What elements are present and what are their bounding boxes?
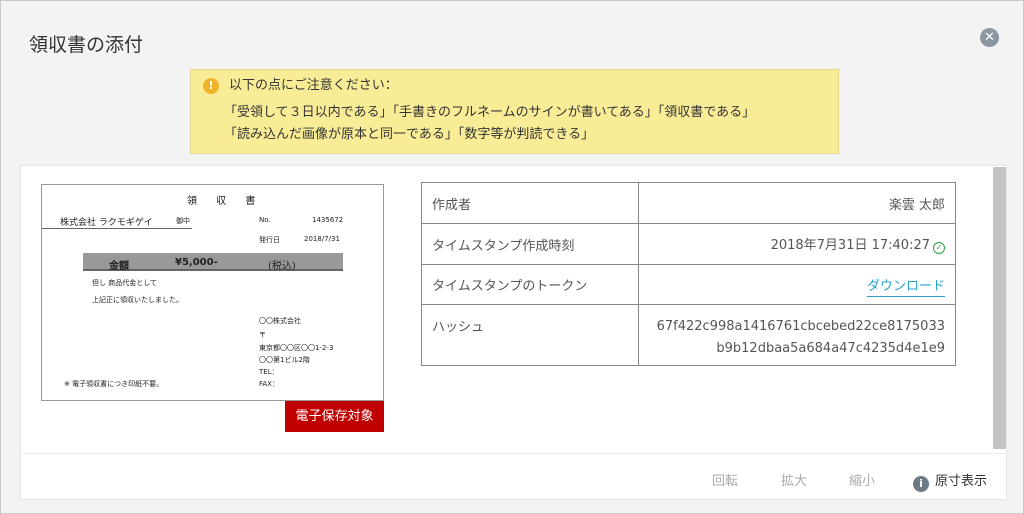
receipt-address-1: 東京都〇〇区〇〇1-2-3 — [259, 344, 334, 352]
notice-box: ! 以下の点にご注意ください： 「受領して３日以内である」「手書きのフルネームの… — [190, 69, 839, 154]
receipt-date-label: 発行日 — [259, 236, 280, 244]
table-row: ハッシュ 67f422c998a1416761cbcebed22ce817503… — [421, 304, 956, 366]
timestamp-text: 2018年7月31日 17:40:27 — [770, 238, 930, 253]
notice-line-1: 「受領して３日以内である」「手書きのフルネームのサインが書いてある」「領収書であ… — [224, 105, 756, 120]
row-value-timestamp: 2018年7月31日 17:40:27 ✓ — [638, 223, 956, 265]
receipt-no-value: 1435672 — [312, 216, 344, 224]
warning-icon: ! — [203, 78, 219, 94]
receipt-note: ※ 電子領収書につき印紙不要。 — [64, 380, 164, 388]
receipt-date-value: 2018/7/31 — [304, 235, 340, 243]
hash-line-2: b9b12dbaa5a684a47c4235d4e1e9 — [716, 341, 945, 356]
receipt-issuer: 〇〇株式会社 — [259, 317, 301, 325]
row-value-creator: 楽雲 太郎 — [638, 182, 956, 224]
receipt-postal: 〒 — [259, 331, 266, 339]
receipt-tax-note: (税込) — [268, 261, 296, 272]
notice-line-2: 「読み込んだ画像が原本と同一である」「数字等が判読できる」 — [224, 127, 595, 142]
receipt-tel: TEL： — [259, 368, 279, 376]
zoom-out-button[interactable]: 縮小 — [849, 470, 875, 489]
receipt-amount-label: 金額 — [109, 261, 129, 272]
table-row: 作成者 楽雲 太郎 — [421, 182, 956, 224]
table-row: タイムスタンプのトークン ダウンロード — [421, 264, 956, 305]
receipt-onchu: 御中 — [176, 217, 190, 225]
receipt-address-2: 〇〇第1ビル2階 — [259, 356, 310, 364]
actual-size-label: 原寸表示 — [935, 474, 988, 489]
dialog-title: 領収書の添付 — [29, 34, 144, 56]
receipt-purpose: 但し 商品代金として — [92, 279, 158, 287]
zoom-in-button[interactable]: 拡大 — [781, 470, 807, 489]
receipt-company: 株式会社 ラクモギゲイ — [60, 218, 153, 228]
receipt-title: 領 収 書 — [187, 196, 264, 207]
table-row: タイムスタンプ作成時刻 2018年7月31日 17:40:27 ✓ — [421, 223, 956, 265]
rotate-button[interactable]: 回転 — [712, 470, 738, 489]
footer-divider — [21, 453, 1006, 454]
notice-heading: 以下の点にご注意ください： — [229, 78, 398, 93]
row-value-token: ダウンロード — [638, 264, 956, 305]
check-circle-icon: ✓ — [933, 242, 945, 254]
receipt-image: 領 収 書 株式会社 ラクモギゲイ 御中 No. 1435672 発行日 201… — [41, 184, 384, 401]
e-storage-badge: 電子保存対象 — [285, 401, 384, 432]
hash-line-1: 67f422c998a1416761cbcebed22ce8175033 — [656, 319, 945, 334]
receipt-underline — [42, 228, 192, 229]
close-icon[interactable]: ✕ — [980, 28, 999, 47]
receipt-no-label: No. — [259, 216, 271, 224]
row-key-timestamp: タイムスタンプ作成時刻 — [421, 223, 639, 265]
attach-receipt-dialog: 領収書の添付 ✕ ! 以下の点にご注意ください： 「受領して３日以内である」「手… — [0, 0, 1024, 514]
scrollbar[interactable] — [993, 167, 1006, 449]
info-icon: i — [913, 476, 929, 492]
receipt-amount-value: ¥5,000- — [175, 257, 218, 268]
actual-size-button[interactable]: i 原寸表示 — [913, 470, 987, 492]
timestamp-info-table: 作成者 楽雲 太郎 タイムスタンプ作成時刻 2018年7月31日 17:40:2… — [421, 182, 956, 366]
receipt-received: 上記正に領収いたしました。 — [92, 296, 183, 304]
row-key-creator: 作成者 — [421, 182, 639, 224]
row-value-hash: 67f422c998a1416761cbcebed22ce8175033 b9b… — [638, 304, 956, 366]
row-key-token: タイムスタンプのトークン — [421, 264, 639, 305]
receipt-fax: FAX： — [259, 380, 279, 388]
row-key-hash: ハッシュ — [421, 304, 639, 366]
download-link[interactable]: ダウンロード — [866, 279, 945, 297]
